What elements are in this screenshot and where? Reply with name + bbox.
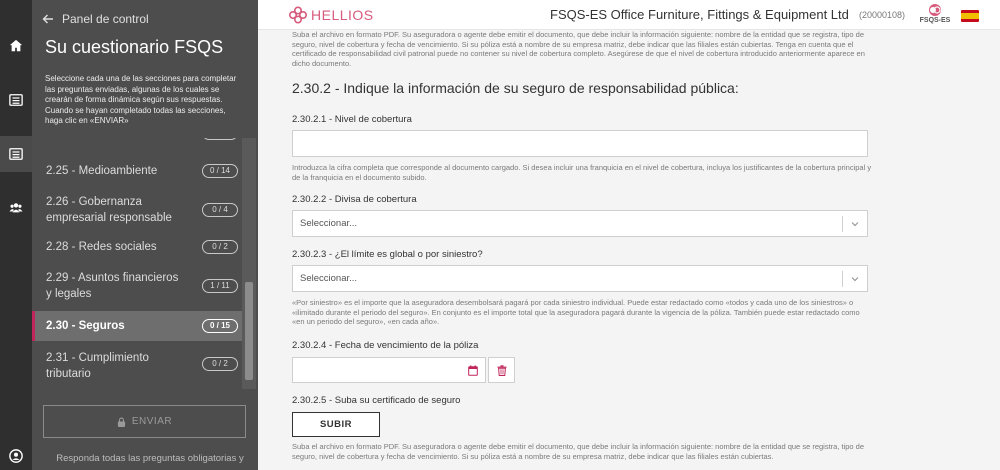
section-count-badge (202, 138, 238, 140)
coverage-currency-select[interactable]: Seleccionar... (292, 210, 868, 237)
users-button[interactable] (0, 190, 32, 226)
user-icon (9, 449, 23, 463)
section-item-asuntos-financieros[interactable]: 2.29 - Asuntos financieros y legales 1 /… (32, 268, 242, 304)
section-item-cumplimiento-tributario[interactable]: 2.31 - Cumplimiento tributario 0 / 2 (32, 348, 242, 384)
calendar-icon[interactable] (468, 365, 478, 376)
section-list-scrollbar[interactable] (242, 138, 256, 389)
section-item-medioambiente[interactable]: 2.25 - Medioambiente 0 / 14 (32, 160, 242, 182)
back-label: Panel de control (62, 12, 149, 26)
limit-type-help: «Por siniestro» es el importe que la ase… (292, 298, 860, 326)
hellios-flower-icon (288, 6, 308, 24)
section-count-badge: 0 / 4 (202, 203, 238, 217)
limit-type-placeholder: Seleccionar... (300, 273, 358, 284)
section-label: 2.25 - Medioambiente (46, 165, 158, 177)
coverage-level-label: 2.30.2.1 - Nivel de cobertura (292, 114, 412, 125)
questionnaire-button[interactable] (0, 136, 32, 172)
home-button[interactable] (0, 28, 32, 64)
fsqs-logo: FSQS-ES (918, 2, 952, 28)
chevron-down-icon (851, 277, 859, 282)
spain-flag-icon[interactable] (961, 10, 979, 22)
select-separator (842, 271, 843, 287)
lock-icon (117, 417, 125, 427)
section-item-seguros[interactable]: 2.30 - Seguros 0 / 15 (32, 311, 242, 341)
users-icon (9, 203, 23, 213)
panel-title: Su cuestionario FSQS (45, 37, 224, 57)
panel-footer-text: Responda todas las preguntas obligatoria… (56, 453, 244, 464)
list-button[interactable] (0, 82, 32, 118)
section-label: 2.28 - Redes sociales (46, 241, 157, 253)
section-item-gobernanza[interactable]: 2.26 - Gobernanza empresarial responsabl… (32, 192, 242, 228)
expiry-date-label: 2.30.2.4 - Fecha de vencimiento de la pó… (292, 340, 479, 351)
clear-date-button[interactable] (488, 357, 515, 383)
coverage-level-help: Introduzca la cifra completa que corresp… (292, 163, 872, 182)
section-count-badge: 0 / 2 (202, 240, 238, 254)
questionnaire-panel: Panel de control Su cuestionario FSQS Se… (32, 0, 258, 470)
section-count-badge: 0 / 15 (202, 319, 238, 333)
logo-text: HELLIOS (311, 7, 374, 23)
select-separator (842, 216, 843, 232)
section-label: 2.26 - Gobernanza empresarial responsabl… (46, 196, 172, 224)
questionnaire-icon (9, 148, 23, 160)
certificate-upload-label: 2.30.2.5 - Suba su certificado de seguro (292, 395, 461, 406)
section-item-redes-sociales[interactable]: 2.28 - Redes sociales 0 / 2 (32, 236, 242, 258)
chevron-down-icon (851, 222, 859, 227)
home-icon (9, 39, 23, 52)
back-to-dashboard-link[interactable]: Panel de control (42, 11, 149, 27)
coverage-currency-label: 2.30.2.2 - Divisa de cobertura (292, 194, 417, 205)
limit-type-select[interactable]: Seleccionar... (292, 265, 868, 292)
list-icon (9, 94, 23, 106)
send-label: ENVIAR (131, 416, 173, 427)
section-label: 2.29 - Asuntos financieros y legales (46, 272, 179, 300)
panel-description: Seleccione cada una de las secciones par… (45, 74, 237, 125)
question-title: 2.30.2 - Indique la información de su se… (292, 80, 739, 96)
section-item[interactable] (32, 138, 242, 146)
arrow-left-icon (42, 14, 53, 24)
expiry-date-input[interactable] (292, 357, 486, 383)
section-list: 2.25 - Medioambiente 0 / 14 2.26 - Gober… (32, 138, 242, 389)
top-header: HELLIOS FSQS-ES Office Furniture, Fittin… (258, 0, 1000, 30)
company-name: FSQS-ES Office Furniture, Fittings & Equ… (550, 7, 849, 22)
section-label: 2.30 - Seguros (46, 320, 125, 332)
questionnaire-form: Suba el archivo en formato PDF. Su asegu… (258, 30, 1000, 470)
section-count-badge: 1 / 11 (202, 279, 238, 293)
upload-button[interactable]: SUBIR (292, 412, 380, 437)
send-button[interactable]: ENVIAR (43, 405, 246, 438)
icon-rail (0, 0, 32, 470)
certificate-upload-help: Suba el archivo en formato PDF. Su asegu… (292, 442, 865, 461)
coverage-currency-placeholder: Seleccionar... (300, 218, 358, 229)
section-label: 2.31 - Cumplimiento tributario (46, 352, 149, 380)
section-count-badge: 0 / 2 (202, 357, 238, 371)
company-id: (20000108) (859, 10, 906, 20)
trash-icon (497, 364, 506, 376)
coverage-level-input[interactable] (292, 130, 868, 157)
fsqs-logo-icon (929, 4, 941, 16)
user-profile-button[interactable] (0, 442, 32, 470)
upload-help-text: Suba el archivo en formato PDF. Su asegu… (292, 30, 865, 68)
fsqs-logo-label: FSQS-ES (919, 17, 951, 24)
scrollbar-thumb[interactable] (245, 282, 253, 380)
section-count-badge: 0 / 14 (202, 164, 238, 178)
limit-type-label: 2.30.2.3 - ¿El límite es global o por si… (292, 249, 483, 260)
hellios-logo[interactable]: HELLIOS (288, 6, 374, 24)
